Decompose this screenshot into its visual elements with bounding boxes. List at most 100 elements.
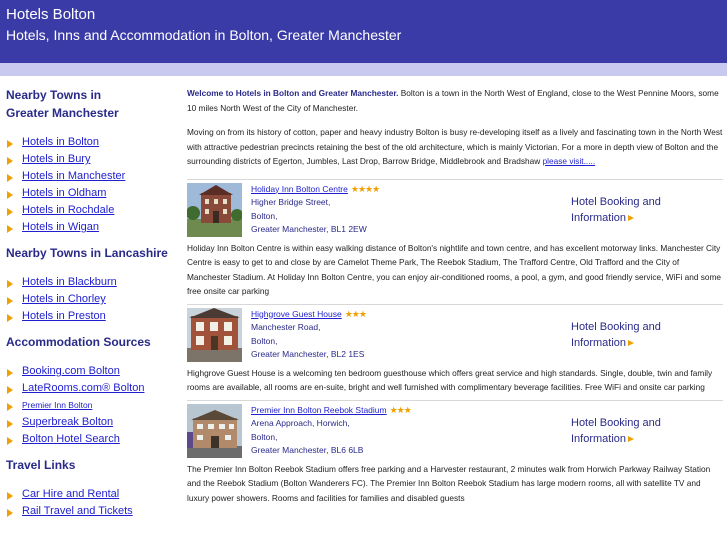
hotel-booking-info[interactable]: Hotel Booking and Information xyxy=(571,194,691,226)
sidebar-item: Hotels in Preston xyxy=(6,308,182,325)
hotel-address-line: Bolton, xyxy=(251,431,278,442)
sidebar-link-car-hire[interactable]: Car Hire and Rental xyxy=(22,488,119,500)
sidebar-link-rail-travel[interactable]: Rail Travel and Tickets xyxy=(22,505,133,517)
site-tagline: Hotels, Inns and Accommodation in Bolton… xyxy=(6,27,402,43)
sidebar-link-hotels-in-bury[interactable]: Hotels in Bury xyxy=(22,153,90,165)
hotel-address-line: Bolton, xyxy=(251,210,278,221)
bullet-arrow-icon xyxy=(7,280,13,288)
sidebar-link-hotels-in-preston[interactable]: Hotels in Preston xyxy=(22,310,106,322)
hotel-address-line: Arena Approach, Horwich, xyxy=(251,418,350,428)
bullet-arrow-icon xyxy=(7,369,13,377)
hotel-name-link[interactable]: Premier Inn Bolton Reebok Stadium xyxy=(251,405,387,415)
booking-label: Information xyxy=(571,211,627,224)
sidebar-item: Hotels in Rochdale xyxy=(6,202,182,219)
hotel-description: Holiday Inn Bolton Centre is within easy… xyxy=(187,242,722,297)
sidebar-heading-lancashire: Nearby Towns in Lancashire xyxy=(6,246,168,260)
booking-label: Information xyxy=(571,336,627,349)
sidebar-link-laterooms[interactable]: LateRooms.com® Bolton xyxy=(22,382,144,394)
bullet-arrow-icon xyxy=(7,140,13,148)
sidebar-heading-travel-links: Travel Links xyxy=(6,458,76,472)
sidebar-link-bolton-hotel-search[interactable]: Bolton Hotel Search xyxy=(22,433,120,445)
sidebar-item: LateRooms.com® Bolton xyxy=(6,380,182,397)
bullet-arrow-icon xyxy=(7,157,13,165)
sidebar-list-greater-manchester: Hotels in Bolton Hotels in Bury Hotels i… xyxy=(6,134,182,236)
sidebar-list-travel-links: Car Hire and Rental Rail Travel and Tick… xyxy=(6,486,182,520)
sidebar-item: Bolton Hotel Search xyxy=(6,431,182,448)
hotel-booking-info[interactable]: Hotel Booking and Information xyxy=(571,319,691,351)
hotel-photo[interactable] xyxy=(187,307,242,362)
hotel-address-line: Greater Manchester, BL2 1ES xyxy=(251,349,365,359)
booking-label: Hotel Booking and xyxy=(571,320,661,333)
bullet-arrow-icon xyxy=(7,420,13,428)
intro-paragraph-2: Moving on from its history of cotton, pa… xyxy=(187,125,723,169)
sidebar-link-hotels-in-bolton[interactable]: Hotels in Bolton xyxy=(22,136,99,148)
star-rating-icon: ★★★ xyxy=(344,308,367,319)
bullet-arrow-icon xyxy=(7,386,13,394)
hotel-address-line: Higher Bridge Street, xyxy=(251,197,331,207)
hotel-listing: Premier Inn Bolton Reebok Stadium ★★★ Are… xyxy=(187,399,723,506)
sidebar-link-hotels-in-manchester[interactable]: Hotels in Manchester xyxy=(22,170,125,182)
bullet-arrow-icon xyxy=(7,174,13,182)
welcome-text: Welcome to Hotels in Bolton and Greater … xyxy=(187,88,399,98)
header-strip xyxy=(0,63,727,76)
sidebar-link-premier-inn[interactable]: Premier Inn Bolton xyxy=(22,400,92,410)
booking-label: Hotel Booking and xyxy=(571,416,661,429)
site-title: Hotels Bolton xyxy=(6,6,96,23)
sidebar-item: Hotels in Wigan xyxy=(6,219,182,236)
hotel-info: Holiday Inn Bolton Centre ★★★★ Higher Bri… xyxy=(251,183,561,237)
hotel-booking-info[interactable]: Hotel Booking and Information xyxy=(571,415,691,447)
hotel-header: Highgrove Guest House ★★★ Manchester Road… xyxy=(187,307,723,362)
booking-label: Hotel Booking and xyxy=(571,195,661,208)
arrow-right-icon xyxy=(628,214,635,221)
sidebar-item: Hotels in Oldham xyxy=(6,185,182,202)
sidebar-item: Booking.com Bolton xyxy=(6,363,182,380)
hotel-header: Holiday Inn Bolton Centre ★★★★ Higher Bri… xyxy=(187,182,723,237)
intro-text-2: Moving on from its history of cotton, pa… xyxy=(187,127,723,166)
hotel-name-link[interactable]: Highgrove Guest House xyxy=(251,309,342,319)
sidebar-link-hotels-in-blackburn[interactable]: Hotels in Blackburn xyxy=(22,276,117,288)
bullet-arrow-icon xyxy=(7,437,13,445)
hotel-info: Highgrove Guest House ★★★ Manchester Road… xyxy=(251,308,561,362)
sidebar-link-superbreak[interactable]: Superbreak Bolton xyxy=(22,416,113,428)
bullet-arrow-icon xyxy=(7,225,13,233)
please-visit-link[interactable]: please visit..... xyxy=(543,156,596,166)
sidebar-item: Hotels in Manchester xyxy=(6,168,182,185)
bullet-arrow-icon xyxy=(7,403,13,411)
hotel-address-line: Greater Manchester, BL1 2EW xyxy=(251,224,367,234)
hotel-listing: Holiday Inn Bolton Centre ★★★★ Higher Bri… xyxy=(187,178,723,299)
sidebar-link-hotels-in-rochdale[interactable]: Hotels in Rochdale xyxy=(22,204,114,216)
bullet-arrow-icon xyxy=(7,492,13,500)
hotel-address-line: Greater Manchester, BL6 6LB xyxy=(251,445,364,455)
sidebar: Nearby Towns in Greater Manchester Hotel… xyxy=(6,86,182,528)
hotel-description: Highgrove Guest House is a welcoming ten… xyxy=(187,367,713,393)
booking-label: Information xyxy=(571,432,627,445)
arrow-right-icon xyxy=(628,339,635,346)
bullet-arrow-icon xyxy=(7,509,13,517)
star-rating-icon: ★★★ xyxy=(389,404,412,415)
sidebar-item: Car Hire and Rental xyxy=(6,486,182,503)
hotel-photo[interactable] xyxy=(187,182,242,237)
hotel-address-line: Manchester Road, xyxy=(251,322,321,332)
sidebar-list-lancashire: Hotels in Blackburn Hotels in Chorley Ho… xyxy=(6,274,182,325)
sidebar-link-hotels-in-chorley[interactable]: Hotels in Chorley xyxy=(22,293,106,305)
sidebar-item: Hotels in Bolton xyxy=(6,134,182,151)
intro-paragraph-1: Welcome to Hotels in Bolton and Greater … xyxy=(187,86,723,115)
bullet-arrow-icon xyxy=(7,314,13,322)
sidebar-item: Hotels in Bury xyxy=(6,151,182,168)
sidebar-item: Hotels in Chorley xyxy=(6,291,182,308)
sidebar-link-booking-com[interactable]: Booking.com Bolton xyxy=(22,365,120,377)
hotel-address-line: Bolton, xyxy=(251,335,278,346)
star-rating-icon: ★★★★ xyxy=(350,183,380,194)
hotel-photo[interactable] xyxy=(187,403,242,458)
main-content: Welcome to Hotels in Bolton and Greater … xyxy=(187,86,723,510)
hotel-listing: Highgrove Guest House ★★★ Manchester Road… xyxy=(187,303,723,395)
bullet-arrow-icon xyxy=(7,208,13,216)
hotel-name-link[interactable]: Holiday Inn Bolton Centre xyxy=(251,184,348,194)
sidebar-item: Hotels in Blackburn xyxy=(6,274,182,291)
sidebar-link-hotels-in-oldham[interactable]: Hotels in Oldham xyxy=(22,187,106,199)
site-header: Hotels Bolton Hotels, Inns and Accommoda… xyxy=(0,0,727,63)
hotel-header: Premier Inn Bolton Reebok Stadium ★★★ Are… xyxy=(187,403,723,458)
arrow-right-icon xyxy=(628,435,635,442)
sidebar-link-hotels-in-wigan[interactable]: Hotels in Wigan xyxy=(22,221,99,233)
sidebar-item: Premier Inn Bolton xyxy=(6,397,182,414)
